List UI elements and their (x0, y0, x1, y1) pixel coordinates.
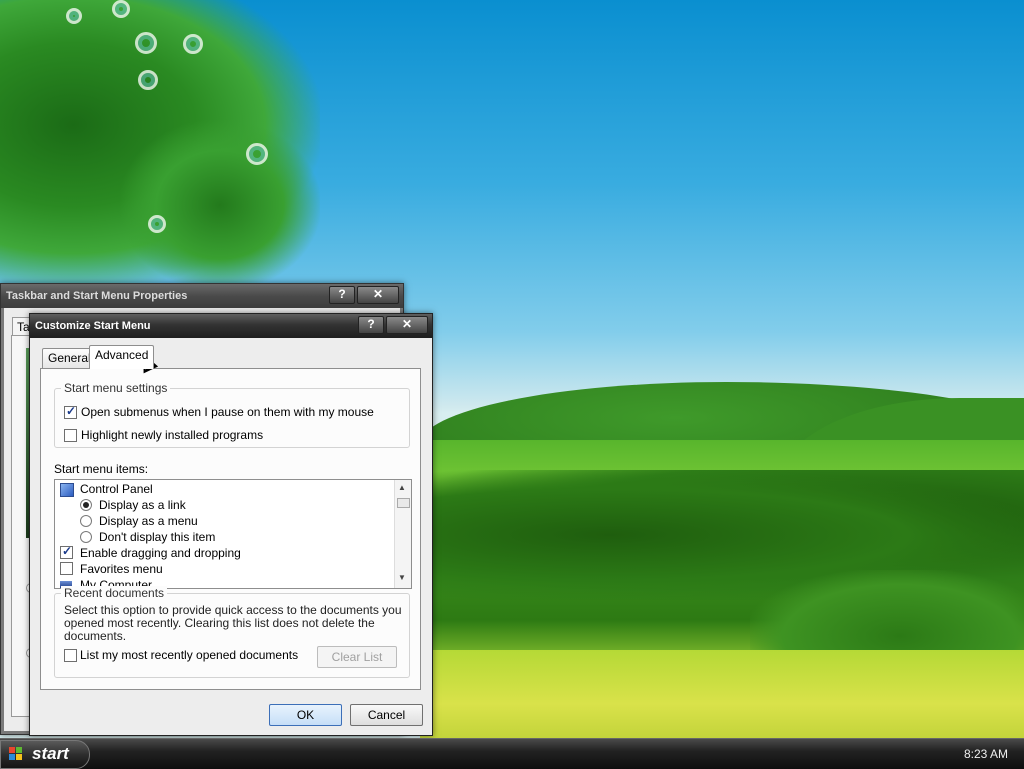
dialog-body: General Advanced Start menu settings Ope… (33, 338, 429, 732)
group-legend: Recent documents (61, 586, 168, 600)
display-as-menu-radio[interactable] (80, 515, 92, 527)
start-menu-items-label: Start menu items: (54, 462, 149, 476)
list-item-favorites-menu[interactable]: Favorites menu (55, 561, 393, 577)
clear-list-button[interactable]: Clear List (317, 646, 397, 668)
customize-start-menu-dialog[interactable]: Customize Start Menu ? ✕ General Advance… (29, 313, 433, 736)
cancel-button[interactable]: Cancel (350, 704, 423, 726)
display-as-link-radio[interactable] (80, 499, 92, 511)
list-item-label: Don't display this item (99, 530, 216, 544)
field (430, 650, 1024, 738)
system-clock[interactable]: 8:23 AM (964, 747, 1008, 761)
tab-advanced[interactable]: Advanced (89, 345, 155, 369)
recent-documents-group: Recent documents Select this option to p… (54, 586, 410, 678)
bubble-decoration (148, 215, 166, 233)
scroll-down-icon[interactable]: ▼ (398, 573, 406, 582)
list-item-label: Control Panel (80, 482, 153, 496)
list-item-label: Display as a link (99, 498, 186, 512)
title-bar[interactable]: Taskbar and Start Menu Properties ? ✕ (1, 284, 403, 308)
title-bar[interactable]: Customize Start Menu ? ✕ (30, 314, 432, 338)
bubble-decoration (135, 32, 157, 54)
help-button[interactable]: ? (329, 286, 355, 304)
open-submenus-label[interactable]: Open submenus when I pause on them with … (81, 405, 374, 419)
scroll-thumb[interactable] (397, 498, 410, 508)
list-recent-label[interactable]: List my most recently opened documents (80, 648, 298, 662)
scroll-up-icon[interactable]: ▲ (398, 483, 406, 492)
list-item-display-link[interactable]: Display as a link (55, 497, 393, 513)
bubble-decoration (183, 34, 203, 54)
bubble-decoration (138, 70, 158, 90)
start-menu-settings-group: Start menu settings Open submenus when I… (54, 381, 410, 448)
windows-logo-icon (9, 747, 23, 761)
close-button[interactable]: ✕ (386, 316, 428, 334)
list-item-dont-display[interactable]: Don't display this item (55, 529, 393, 545)
list-item-label: Enable dragging and dropping (80, 546, 241, 560)
bubble-decoration (112, 0, 130, 18)
ok-button[interactable]: OK (269, 704, 342, 726)
control-panel-icon (60, 483, 74, 497)
highlight-programs-checkbox[interactable] (64, 429, 77, 442)
dont-display-radio[interactable] (80, 531, 92, 543)
list-item-label: Display as a menu (99, 514, 198, 528)
recent-documents-description: Select this option to provide quick acce… (64, 603, 402, 643)
tree (120, 120, 320, 290)
start-menu-items-list[interactable]: Control Panel Display as a link Display … (54, 479, 412, 589)
list-item-display-menu[interactable]: Display as a menu (55, 513, 393, 529)
close-button[interactable]: ✕ (357, 286, 399, 304)
help-button[interactable]: ? (358, 316, 384, 334)
bubble-decoration (66, 8, 82, 24)
start-button[interactable]: start (0, 740, 90, 769)
list-item-control-panel[interactable]: Control Panel (55, 481, 393, 497)
group-legend: Start menu settings (61, 381, 171, 395)
advanced-tab-panel: Start menu settings Open submenus when I… (40, 368, 421, 690)
dialog-title: Customize Start Menu (35, 320, 151, 332)
window-title: Taskbar and Start Menu Properties (6, 290, 188, 302)
start-label: start (32, 744, 69, 763)
list-recent-checkbox[interactable] (64, 649, 77, 662)
open-submenus-checkbox[interactable] (64, 404, 77, 419)
bubble-decoration (246, 143, 268, 165)
list-item-enable-dragging[interactable]: Enable dragging and dropping (55, 544, 393, 561)
taskbar: start 8:23 AM (0, 738, 1024, 769)
list-scrollbar[interactable]: ▲ ▼ (394, 480, 411, 588)
favorites-menu-checkbox[interactable] (60, 562, 73, 575)
list-item-label: Favorites menu (80, 562, 163, 576)
enable-dragging-checkbox[interactable] (60, 544, 73, 559)
highlight-programs-label[interactable]: Highlight newly installed programs (81, 428, 263, 442)
